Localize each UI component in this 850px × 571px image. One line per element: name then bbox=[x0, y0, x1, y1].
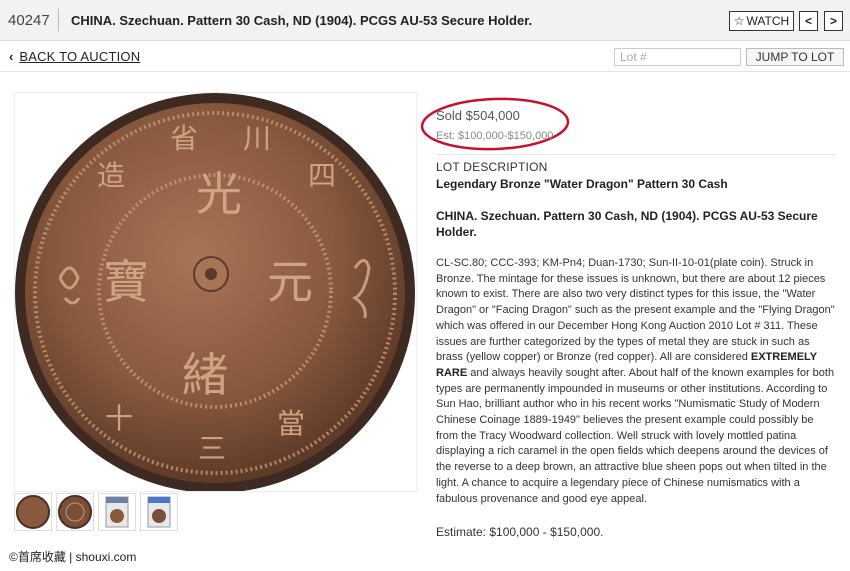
thumb-reverse[interactable] bbox=[56, 493, 94, 531]
description-heading: LOT DESCRIPTION bbox=[436, 160, 548, 174]
jump-to-lot-button[interactable]: JUMP TO LOT bbox=[746, 48, 844, 66]
back-to-auction-label: BACK TO AUCTION bbox=[19, 49, 141, 64]
description-body-part-2: and always heavily sought after. About h… bbox=[436, 366, 835, 505]
image-thumbnails bbox=[14, 493, 178, 531]
previous-lot-button[interactable]: < bbox=[799, 11, 818, 31]
coin-char-right: 元 bbox=[267, 255, 313, 309]
thumb-obverse[interactable] bbox=[14, 493, 52, 531]
coin-char-top: 光 bbox=[196, 167, 242, 221]
star-outline-icon: ☆ bbox=[733, 14, 745, 28]
description-body-part-1: CL-SC.80; CCC-393; KM-Pn4; Duan-1730; Su… bbox=[436, 257, 835, 364]
lot-number-input[interactable] bbox=[614, 48, 741, 66]
coin-legend-1: 造 bbox=[97, 159, 125, 192]
lot-description: LOT DESCRIPTION Legendary Bronze "Water … bbox=[436, 160, 836, 539]
price-block: Sold $504,000 Est: $100,000-$150,000 bbox=[436, 108, 553, 142]
coin-legend-4: 四 bbox=[308, 159, 336, 192]
watch-button[interactable]: ☆ WATCH bbox=[729, 11, 794, 31]
back-to-auction-link[interactable]: ‹ BACK TO AUCTION bbox=[9, 49, 140, 64]
description-subtitle: Legendary Bronze "Water Dragon" Pattern … bbox=[436, 177, 728, 191]
main-lot-image[interactable]: 光 寶 元 緒 造 省 川 四 十 三 當 bbox=[14, 92, 417, 493]
lot-number: 40247 bbox=[8, 12, 50, 29]
coin-field bbox=[25, 103, 405, 483]
watch-label: WATCH bbox=[746, 14, 790, 28]
coin-char-left: 寶 bbox=[103, 255, 149, 309]
chevron-left-icon: < bbox=[804, 14, 812, 28]
lot-navigation-bar: ‹ BACK TO AUCTION JUMP TO LOT bbox=[0, 41, 850, 72]
coin-legend-6: 三 bbox=[198, 432, 226, 465]
next-lot-button[interactable]: > bbox=[824, 11, 843, 31]
sold-price: Sold $504,000 bbox=[436, 108, 520, 123]
header-divider bbox=[58, 9, 59, 31]
coin-legend-5: 十 bbox=[105, 402, 133, 435]
chevron-right-icon: > bbox=[829, 14, 837, 28]
coin-legend-7: 當 bbox=[277, 407, 305, 440]
thumb-slab-back[interactable] bbox=[140, 493, 178, 531]
coin-legend-3: 川 bbox=[243, 122, 271, 155]
coin-center-rosette bbox=[193, 256, 229, 292]
estimate-range: Est: $100,000-$150,000 bbox=[436, 130, 554, 142]
thumb-slab-front[interactable] bbox=[98, 493, 136, 531]
watermark: ©首席收藏 | shouxi.com bbox=[4, 546, 142, 566]
highlight-circle bbox=[420, 97, 570, 151]
coin-char-bottom: 緒 bbox=[182, 348, 228, 402]
description-body: CL-SC.80; CCC-393; KM-Pn4; Duan-1730; Su… bbox=[436, 256, 836, 507]
chevron-left-icon: ‹ bbox=[9, 49, 14, 64]
lot-title: CHINA. Szechuan. Pattern 30 Cash, ND (19… bbox=[71, 13, 533, 28]
price-divider bbox=[436, 154, 836, 155]
description-title: CHINA. Szechuan. Pattern 30 Cash, ND (19… bbox=[436, 209, 818, 239]
description-estimate: Estimate: $100,000 - $150,000. bbox=[436, 525, 604, 540]
coin-image: 光 寶 元 緒 造 省 川 四 十 三 當 bbox=[15, 93, 415, 493]
coin-legend-2: 省 bbox=[170, 122, 198, 155]
lot-header-bar: 40247 CHINA. Szechuan. Pattern 30 Cash, … bbox=[0, 0, 850, 41]
